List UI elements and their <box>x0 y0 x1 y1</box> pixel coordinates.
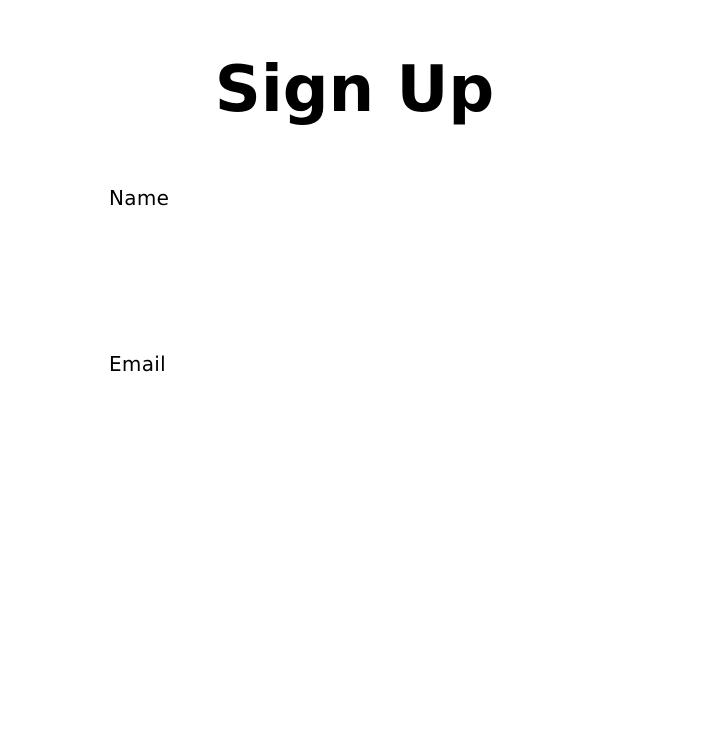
email-label: Email <box>109 352 166 376</box>
name-input[interactable] <box>109 220 607 264</box>
signup-page: Sign Up Name Email <box>0 0 709 750</box>
signup-form: Name Email <box>0 0 709 750</box>
name-label: Name <box>109 186 170 210</box>
email-input[interactable] <box>109 386 607 430</box>
